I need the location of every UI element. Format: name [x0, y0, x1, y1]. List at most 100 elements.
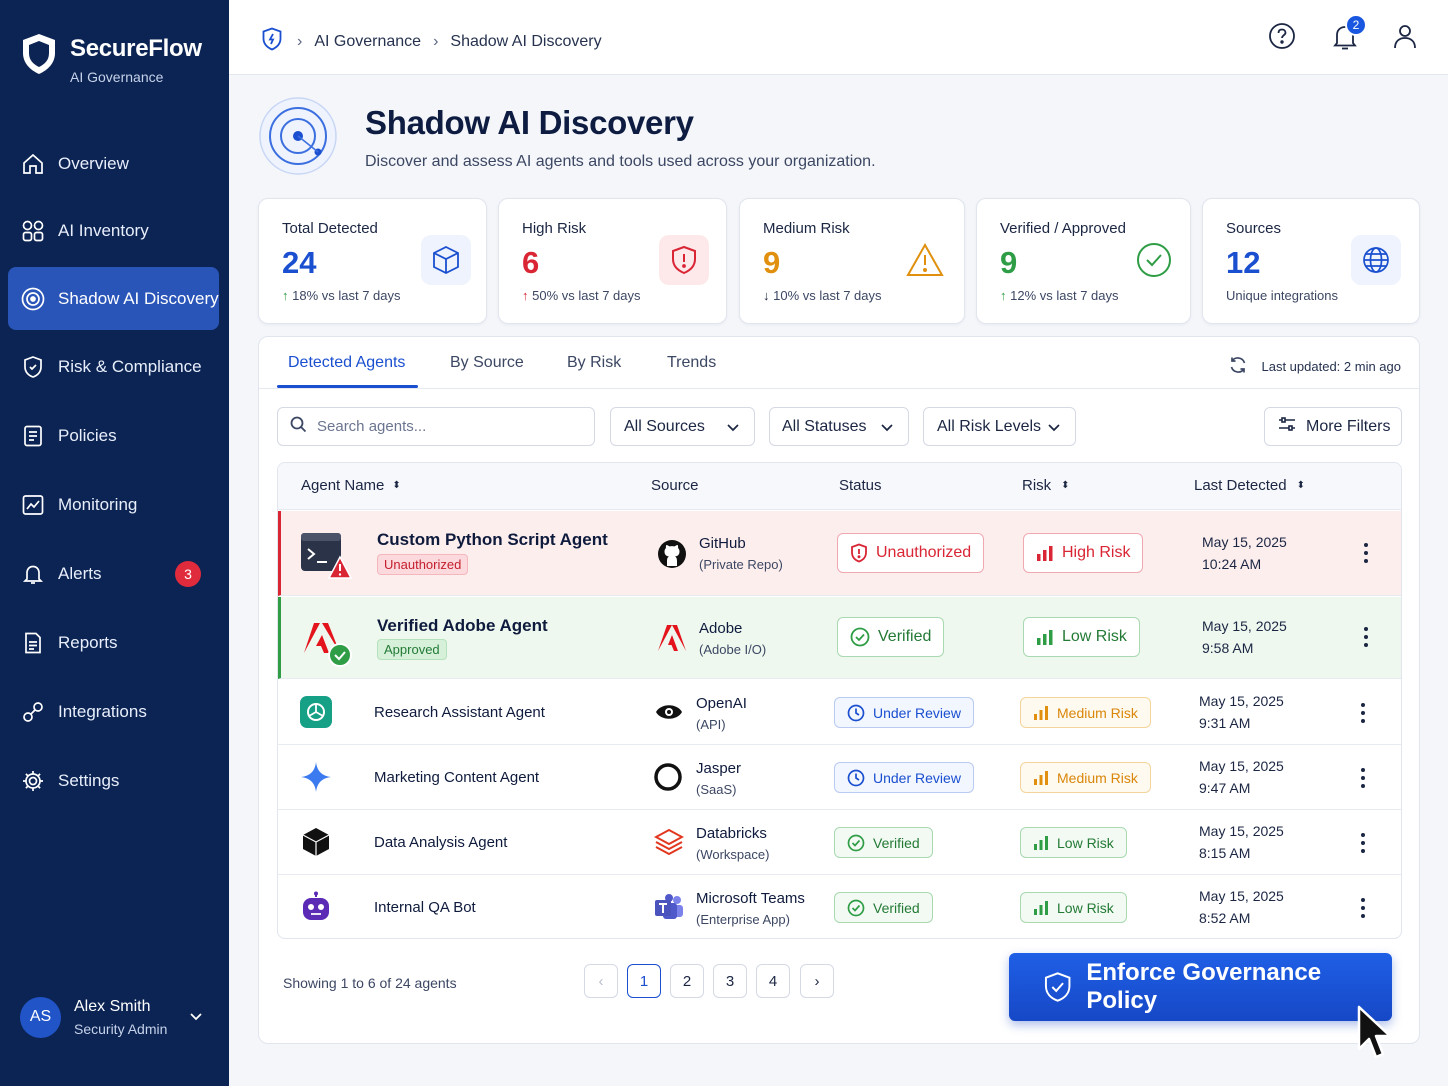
- sidebar-item-overview[interactable]: Overview: [8, 132, 219, 195]
- stat-card-medium-risk[interactable]: Medium Risk 9 ↓ 10% vs last 7 days: [739, 198, 965, 324]
- active-tab-indicator: [277, 385, 418, 388]
- detected-date: May 15, 2025: [1202, 534, 1287, 550]
- risk-badge-medium: Medium Risk: [1020, 762, 1151, 793]
- arrow-up-icon: ↑: [282, 288, 289, 303]
- search-box[interactable]: [277, 407, 595, 446]
- check-circle-icon: [847, 899, 865, 916]
- column-status: Status: [839, 477, 882, 494]
- sidebar-item-integrations[interactable]: Integrations: [8, 680, 219, 743]
- row-menu-icon[interactable]: [1358, 702, 1368, 724]
- last-detected: May 15, 2025 9:47 AM: [1199, 755, 1284, 799]
- agent-name[interactable]: Verified Adobe Agent: [377, 616, 548, 636]
- table-row[interactable]: Internal QA Bot Microsoft Teams (Enterpr…: [278, 875, 1401, 938]
- search-input[interactable]: [317, 418, 557, 435]
- help-icon[interactable]: [1268, 22, 1296, 55]
- user-profile-icon[interactable]: [1391, 22, 1419, 55]
- pagination-summary: Showing 1 to 6 of 24 agents: [283, 975, 457, 991]
- stat-card-high-risk[interactable]: High Risk 6 ↑ 50% vs last 7 days: [498, 198, 727, 324]
- next-page-button[interactable]: ›: [800, 964, 834, 998]
- sidebar-item-monitoring[interactable]: Monitoring: [8, 473, 219, 536]
- sidebar-item-reports[interactable]: Reports: [8, 611, 219, 674]
- refresh-icon[interactable]: [1228, 355, 1248, 378]
- more-filters-button[interactable]: More Filters: [1264, 407, 1402, 446]
- tab-by-risk[interactable]: By Risk: [567, 354, 621, 372]
- table-row[interactable]: Marketing Content Agent Jasper (SaaS) Un…: [278, 745, 1401, 810]
- shield-alert-icon: [659, 235, 709, 285]
- column-risk[interactable]: Risk ⬍: [1022, 477, 1070, 494]
- bell-icon: [20, 561, 46, 587]
- sidebar-item-shadow-ai-discovery[interactable]: Shadow AI Discovery: [8, 267, 219, 330]
- row-menu-icon[interactable]: [1361, 626, 1371, 648]
- statuses-dropdown[interactable]: All Statuses: [769, 407, 909, 446]
- stat-card-verified[interactable]: Verified / Approved 9 ↑ 12% vs last 7 da…: [976, 198, 1191, 324]
- stat-trend: ↑ 12% vs last 7 days: [1000, 288, 1119, 303]
- row-menu-icon[interactable]: [1358, 832, 1368, 854]
- sidebar-item-alerts[interactable]: Alerts 3: [8, 542, 219, 605]
- sidebar-item-risk-compliance[interactable]: Risk & Compliance: [8, 335, 219, 398]
- shield-logo-icon: [20, 32, 58, 81]
- sidebar-item-ai-inventory[interactable]: AI Inventory: [8, 199, 219, 262]
- stat-card-total-detected[interactable]: Total Detected 24 ↑ 18% vs last 7 days: [258, 198, 487, 324]
- agent-name[interactable]: Marketing Content Agent: [374, 769, 539, 786]
- page-button-4[interactable]: 4: [756, 964, 790, 998]
- sidebar-item-settings[interactable]: Settings: [8, 749, 219, 812]
- stat-value: 24: [282, 245, 317, 280]
- tab-trends[interactable]: Trends: [667, 354, 716, 372]
- sources-dropdown[interactable]: All Sources: [610, 407, 755, 446]
- risk-badge-medium: Medium Risk: [1020, 697, 1151, 728]
- openai-logo-icon: [300, 696, 340, 736]
- table-row[interactable]: Custom Python Script Agent Unauthorized …: [278, 511, 1401, 596]
- agent-name[interactable]: Internal QA Bot: [374, 899, 476, 916]
- notification-count-badge: 2: [1345, 14, 1367, 36]
- detected-time: 8:52 AM: [1199, 910, 1251, 926]
- table-row[interactable]: Research Assistant Agent OpenAI (API) Un…: [278, 680, 1401, 745]
- document-icon: [20, 423, 46, 449]
- table-row[interactable]: Verified Adobe Agent Approved Adobe (Ado…: [278, 597, 1401, 679]
- detected-date: May 15, 2025: [1199, 693, 1284, 709]
- sliders-icon: [1278, 416, 1296, 437]
- risk-levels-dropdown[interactable]: All Risk Levels: [923, 407, 1076, 446]
- page-header: Shadow AI Discovery Discover and assess …: [258, 96, 1158, 180]
- enforce-governance-policy-button[interactable]: Enforce Governance Policy: [1009, 953, 1392, 1021]
- source-detail: (SaaS): [696, 782, 737, 797]
- column-last-detected[interactable]: Last Detected ⬍: [1194, 477, 1305, 494]
- stat-trend: ↓ 10% vs last 7 days: [763, 288, 882, 303]
- row-menu-icon[interactable]: [1361, 542, 1371, 564]
- stat-card-sources[interactable]: Sources 12 Unique integrations: [1202, 198, 1420, 324]
- statuses-dropdown-value: All Statuses: [782, 417, 867, 435]
- shield-home-icon[interactable]: [259, 26, 285, 57]
- column-agent-name[interactable]: Agent Name ⬍: [301, 477, 401, 494]
- adobe-icon: [657, 624, 687, 654]
- page-button-1[interactable]: 1: [627, 964, 661, 998]
- agent-name[interactable]: Research Assistant Agent: [374, 704, 545, 721]
- page-button-3[interactable]: 3: [713, 964, 747, 998]
- user-menu[interactable]: AS Alex Smith Security Admin: [20, 994, 210, 1040]
- risk-text: Medium Risk: [1057, 769, 1138, 786]
- column-label: Risk: [1022, 477, 1052, 494]
- prev-page-button[interactable]: ‹: [584, 964, 618, 998]
- agent-name[interactable]: Data Analysis Agent: [374, 834, 507, 851]
- source-name: GitHub: [699, 535, 746, 552]
- brand[interactable]: SecureFlow AI Governance: [20, 32, 202, 85]
- row-menu-icon[interactable]: [1358, 767, 1368, 789]
- detected-time: 8:15 AM: [1199, 845, 1251, 861]
- last-detected: May 15, 2025 8:15 AM: [1199, 820, 1284, 864]
- agent-name[interactable]: Custom Python Script Agent: [377, 530, 608, 550]
- table-row[interactable]: Data Analysis Agent Databricks (Workspac…: [278, 810, 1401, 875]
- stat-label: Medium Risk: [763, 220, 850, 237]
- column-label: Agent Name: [301, 477, 385, 494]
- sidebar-item-policies[interactable]: Policies: [8, 404, 219, 467]
- databricks-icon: [653, 828, 685, 858]
- status-text: Unauthorized: [876, 544, 972, 561]
- tab-detected-agents[interactable]: Detected Agents: [288, 354, 405, 372]
- stat-trend: ↑ 50% vs last 7 days: [522, 288, 641, 303]
- stat-label: Total Detected: [282, 220, 378, 237]
- page-button-2[interactable]: 2: [670, 964, 704, 998]
- risk-badge-high: High Risk: [1023, 533, 1144, 573]
- row-menu-icon[interactable]: [1358, 897, 1368, 919]
- gear-icon: [20, 768, 46, 794]
- breadcrumb-parent[interactable]: AI Governance: [314, 33, 421, 51]
- tab-by-source[interactable]: By Source: [450, 354, 524, 372]
- stat-trend: Unique integrations: [1226, 288, 1339, 303]
- sources-dropdown-value: All Sources: [624, 417, 705, 435]
